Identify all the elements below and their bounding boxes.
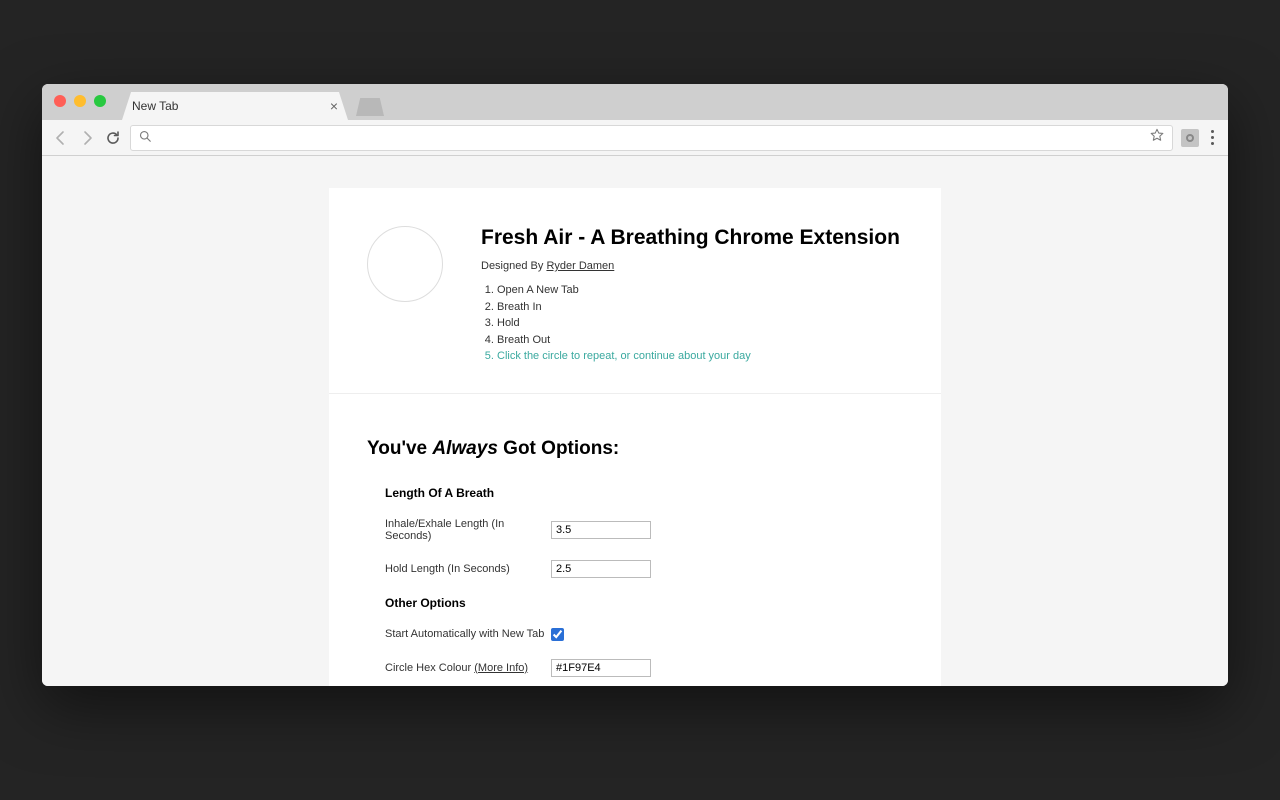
- author-link[interactable]: Ryder Damen: [546, 260, 614, 272]
- chrome-window: New Tab ×: [42, 84, 1228, 686]
- hold-input[interactable]: [551, 560, 651, 578]
- page-title: Fresh Air - A Breathing Chrome Extension: [481, 226, 913, 250]
- forward-button[interactable]: [78, 129, 96, 147]
- autostart-checkbox[interactable]: [551, 628, 564, 641]
- options-title: You've Always Got Options:: [367, 438, 903, 460]
- options-body: Length Of A Breath Inhale/Exhale Length …: [367, 486, 903, 687]
- options-title-post: Got Options:: [498, 438, 619, 459]
- tabs-area: New Tab ×: [122, 84, 384, 120]
- kebab-dot-icon: [1211, 130, 1214, 133]
- extension-inner-icon: [1186, 134, 1194, 142]
- hold-label: Hold Length (In Seconds): [385, 563, 551, 575]
- arrow-right-icon: [79, 130, 95, 146]
- byline: Designed By Ryder Damen: [481, 260, 913, 272]
- back-button[interactable]: [52, 129, 70, 147]
- search-icon: [139, 129, 151, 147]
- autostart-label: Start Automatically with New Tab: [385, 628, 551, 640]
- header-section: Fresh Air - A Breathing Chrome Extension…: [329, 188, 941, 394]
- browser-tab[interactable]: New Tab ×: [122, 92, 348, 120]
- close-tab-icon[interactable]: ×: [330, 99, 338, 113]
- content-card: Fresh Air - A Breathing Chrome Extension…: [329, 188, 941, 686]
- options-title-pre: You've: [367, 438, 432, 459]
- reload-button[interactable]: [104, 129, 122, 147]
- step-item-final: Click the circle to repeat, or continue …: [497, 348, 913, 365]
- hold-row: Hold Length (In Seconds): [385, 560, 903, 578]
- maximize-window-button[interactable]: [94, 95, 106, 107]
- browser-toolbar: [42, 120, 1228, 156]
- options-section: You've Always Got Options: Length Of A B…: [329, 394, 941, 687]
- traffic-lights: [54, 95, 106, 107]
- reload-icon: [105, 130, 121, 146]
- chrome-menu-button[interactable]: [1207, 130, 1218, 145]
- minimize-window-button[interactable]: [74, 95, 86, 107]
- inhale-label: Inhale/Exhale Length (In Seconds): [385, 518, 551, 542]
- extension-icon[interactable]: [1181, 129, 1199, 147]
- step-item: Breath Out: [497, 332, 913, 349]
- color-label: Circle Hex Colour (More Info): [385, 662, 551, 674]
- kebab-dot-icon: [1211, 136, 1214, 139]
- inhale-input[interactable]: [551, 521, 651, 539]
- step-item: Open A New Tab: [497, 282, 913, 299]
- header-col: Fresh Air - A Breathing Chrome Extension…: [481, 226, 913, 365]
- steps-list: Open A New Tab Breath In Hold Breath Out…: [481, 282, 913, 365]
- autostart-row: Start Automatically with New Tab: [385, 628, 903, 641]
- color-label-pre: Circle Hex Colour: [385, 662, 474, 674]
- step-item: Breath In: [497, 299, 913, 316]
- color-moreinfo-link[interactable]: (More Info): [474, 662, 528, 674]
- breathing-circle[interactable]: [367, 226, 443, 302]
- section-breath-heading: Length Of A Breath: [385, 486, 903, 500]
- window-titlebar: New Tab ×: [42, 84, 1228, 120]
- options-title-em: Always: [432, 438, 497, 459]
- address-bar[interactable]: [130, 125, 1173, 151]
- inhale-row: Inhale/Exhale Length (In Seconds): [385, 518, 903, 542]
- step-item: Hold: [497, 315, 913, 332]
- byline-prefix: Designed By: [481, 260, 546, 272]
- color-input[interactable]: [551, 659, 651, 677]
- page-viewport: Fresh Air - A Breathing Chrome Extension…: [42, 156, 1228, 686]
- arrow-left-icon: [53, 130, 69, 146]
- bookmark-star-icon[interactable]: [1150, 128, 1164, 147]
- close-window-button[interactable]: [54, 95, 66, 107]
- new-tab-button[interactable]: [356, 98, 384, 116]
- color-row: Circle Hex Colour (More Info): [385, 659, 903, 677]
- section-other-heading: Other Options: [385, 596, 903, 610]
- kebab-dot-icon: [1211, 142, 1214, 145]
- browser-tab-title: New Tab: [132, 99, 178, 113]
